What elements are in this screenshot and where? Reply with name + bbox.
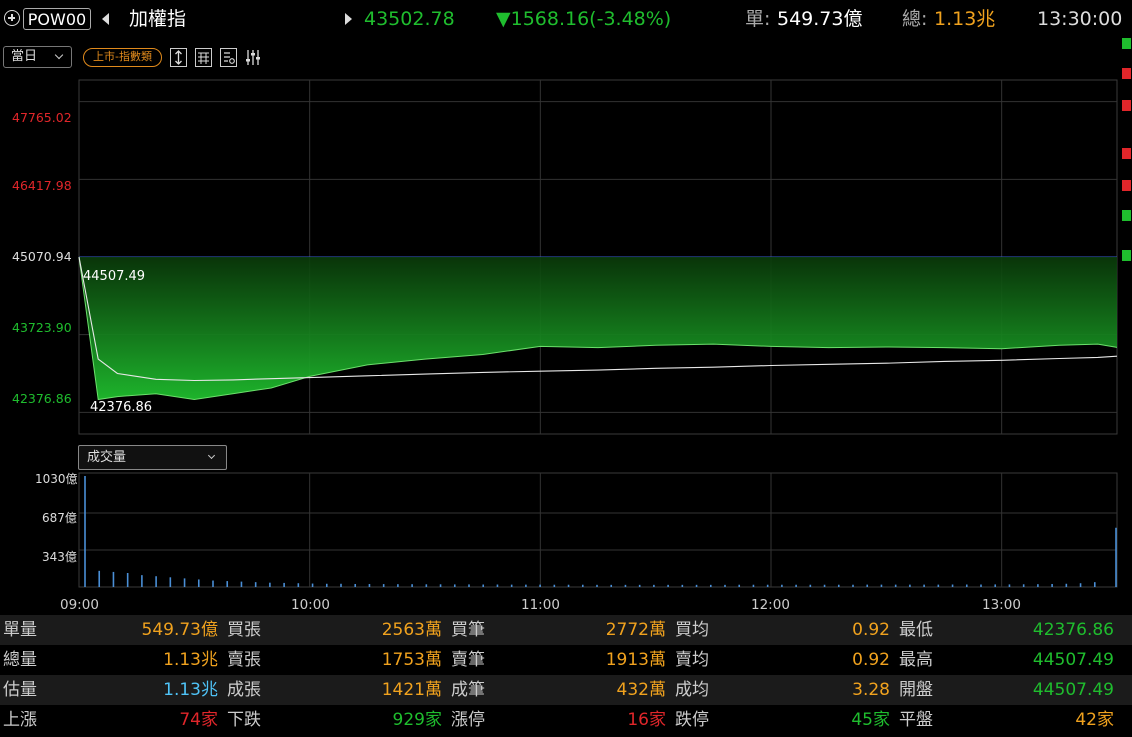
low-price-label: 42376.86	[90, 400, 153, 415]
chevron-down-icon	[54, 50, 64, 60]
stat-label: 平盤	[899, 710, 933, 730]
stat-value: 1913萬	[605, 650, 666, 670]
last-price: 43502.78	[364, 8, 455, 30]
period-select-value: 當日	[11, 49, 38, 64]
stat-value: 2772萬	[605, 620, 666, 640]
single-volume-value: 549.73億	[777, 8, 863, 30]
stat-value: 42376.86	[1032, 620, 1114, 640]
price-y-tick-3: 45070.94	[12, 249, 72, 264]
sliders-icon[interactable]	[245, 48, 262, 67]
stat-value: 45家	[851, 710, 890, 730]
stat-label: 總量	[3, 650, 37, 670]
chevron-down-icon	[207, 451, 216, 460]
stat-value: 44507.49	[1032, 650, 1114, 670]
stat-value: 42家	[1075, 710, 1114, 730]
symbol-code-box[interactable]: POW00	[23, 8, 91, 30]
price-area	[79, 257, 1117, 400]
stat-value: 1421萬	[381, 680, 442, 700]
stat-label: 買均	[675, 620, 709, 640]
volume-grid	[78, 472, 1118, 588]
stat-label: 估量	[3, 680, 37, 700]
quote-header: POW00 加權指 43502.78 ▼1568.16(-3.48%) 單: 5…	[0, 0, 1132, 40]
stat-label: 成張	[227, 680, 261, 700]
indicator-select-value: 成交量	[87, 450, 127, 465]
stat-value: 16家	[627, 710, 666, 730]
volume-y-tick-3: 343億	[42, 550, 77, 564]
total-volume-value: 1.13兆	[934, 8, 996, 30]
stat-value: 1.13兆	[163, 650, 218, 670]
stat-label: 單量	[3, 620, 37, 640]
stat-value: 44507.49	[1032, 680, 1114, 700]
stat-value: 432萬	[616, 680, 666, 700]
market-tag-button[interactable]: 上市-指數類	[83, 48, 162, 67]
stat-label: 最低	[899, 620, 933, 640]
expand-vertical-icon[interactable]	[170, 48, 187, 67]
stat-label: 賣張	[227, 650, 261, 670]
price-y-tick-1: 47765.02	[12, 110, 72, 125]
volume-y-tick-2: 687億	[42, 511, 77, 525]
price-y-tick-5: 42376.86	[12, 391, 72, 406]
stats-row: 上漲 74家 下跌 929家 漲停 16家 跌停 45家 平盤 42家	[0, 705, 1132, 735]
side-panel-edge	[1122, 30, 1132, 590]
stat-label: 賣均	[675, 650, 709, 670]
total-volume-label: 總:	[902, 8, 928, 30]
next-symbol-icon[interactable]	[345, 13, 352, 25]
stat-label: 買張	[227, 620, 261, 640]
price-chart[interactable]	[0, 75, 1132, 440]
stat-label: 上漲	[3, 710, 37, 730]
x-tick-1300: 13:00	[982, 597, 1021, 613]
symbol-name: 加權指	[129, 8, 187, 30]
x-tick-1000: 10:00	[291, 597, 330, 613]
stat-label: 跌停	[675, 710, 709, 730]
high-price-label: 44507.49	[83, 269, 146, 284]
stat-value: 1.13兆	[163, 680, 218, 700]
stat-value: 929家	[392, 710, 442, 730]
stat-label: 最高	[899, 650, 933, 670]
stat-value: 1753萬	[381, 650, 442, 670]
settings-doc-icon[interactable]	[220, 48, 237, 67]
stat-label: 漲停	[451, 710, 485, 730]
stat-value: 2563萬	[381, 620, 442, 640]
add-icon[interactable]	[4, 10, 20, 26]
stats-row: 總量 1.13兆 賣張 1753萬 賣筆 1913萬 賣均 0.92 最高 44…	[0, 645, 1132, 675]
stat-value: 0.92	[852, 620, 890, 640]
price-y-tick-2: 46417.98	[12, 178, 72, 193]
stat-label: 開盤	[899, 680, 933, 700]
price-y-tick-4: 43723.90	[12, 320, 72, 335]
volume-chart[interactable]	[0, 470, 1132, 590]
indicator-select[interactable]: 成交量	[78, 445, 227, 470]
stat-value: 3.28	[852, 680, 890, 700]
x-tick-0900: 09:00	[60, 597, 99, 613]
stat-value: 549.73億	[141, 620, 218, 640]
stat-label: 買筆	[451, 620, 485, 640]
volume-plot-frame	[78, 472, 1118, 588]
stat-label: 下跌	[227, 710, 261, 730]
stats-row: 估量 1.13兆 成張 1421萬 成筆 432萬 成均 3.28 開盤 445…	[0, 675, 1132, 705]
x-tick-1200: 12:00	[751, 597, 790, 613]
stat-value: 74家	[179, 710, 218, 730]
quote-time: 13:30:00	[1037, 8, 1123, 30]
volume-bars	[84, 476, 1117, 587]
stat-label: 賣筆	[451, 650, 485, 670]
calendar-grid-icon[interactable]	[195, 48, 212, 67]
volume-y-tick-1: 1030億	[35, 472, 78, 486]
prev-symbol-icon[interactable]	[102, 13, 109, 25]
period-select[interactable]: 當日	[3, 46, 72, 68]
stat-label: 成均	[675, 680, 709, 700]
stat-value: 0.92	[852, 650, 890, 670]
stats-row: 單量 549.73億 買張 2563萬 買筆 2772萬 買均 0.92 最低 …	[0, 615, 1132, 645]
x-tick-1100: 11:00	[521, 597, 560, 613]
price-change: ▼1568.16(-3.48%)	[496, 8, 672, 30]
stat-label: 成筆	[451, 680, 485, 700]
single-volume-label: 單:	[745, 8, 771, 30]
